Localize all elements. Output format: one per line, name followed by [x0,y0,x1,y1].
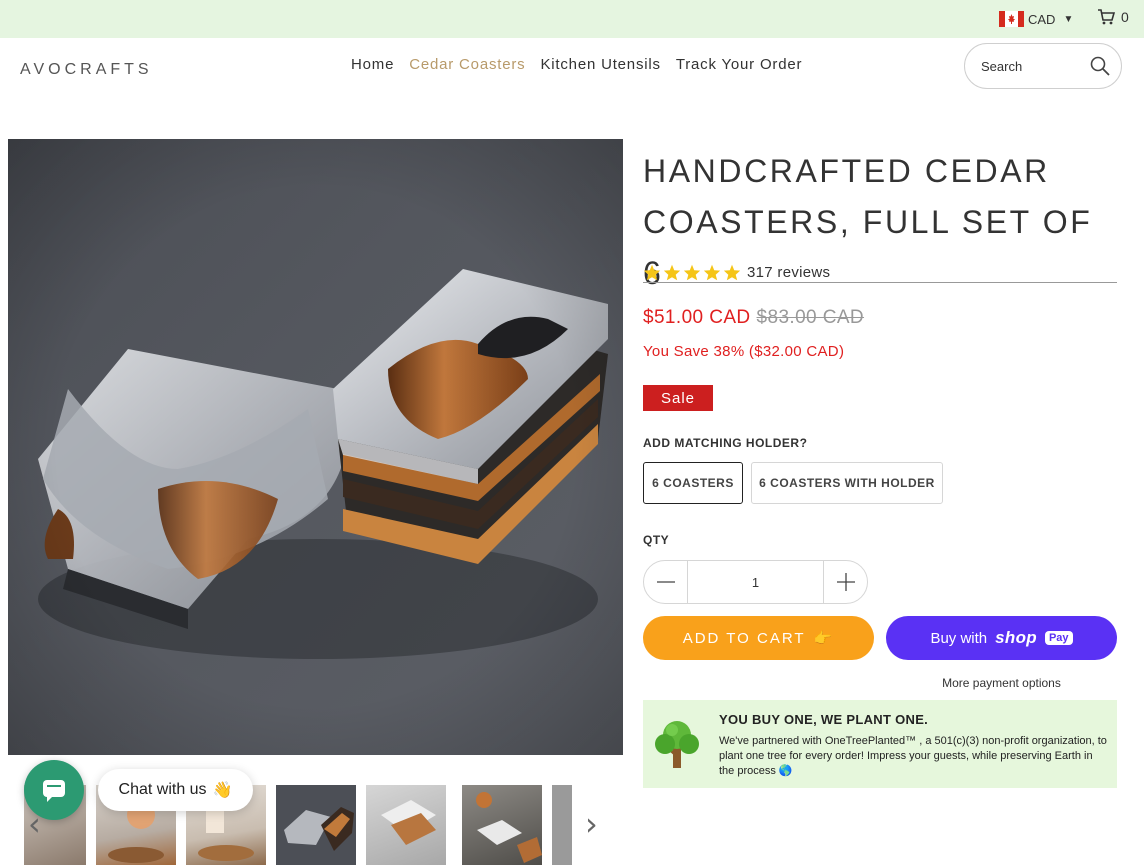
chat-launcher-button[interactable] [24,760,84,820]
cart-count: 0 [1121,9,1129,25]
thumbnail-6[interactable] [462,785,542,865]
rating-stars [643,264,741,281]
add-to-cart-label: ADD TO CART [682,629,806,647]
tree-planting-banner: YOU BUY ONE, WE PLANT ONE. We've partner… [643,700,1117,788]
thumbnail-7[interactable] [552,785,572,865]
thumb-image [381,800,436,845]
star-icon [703,264,721,280]
cart-button[interactable]: 0 [1097,9,1129,25]
qty-label: QTY [643,533,670,547]
shop-pay-button[interactable]: Buy with shop Pay [886,616,1117,660]
chat-prompt[interactable]: Chat with us 👋 [98,769,253,811]
minus-icon [656,581,675,583]
shop-pay-logo-pill: Pay [1044,631,1073,645]
add-to-cart-button[interactable]: ADD TO CART 👉 [643,616,874,660]
announcement-bar: CAD ▼ 0 [0,0,1144,38]
star-icon [643,264,661,280]
pointing-hand-emoji: 👉 [813,630,835,647]
qty-increase-button[interactable] [823,560,868,604]
thumbnail-4-active[interactable] [276,785,356,865]
wave-emoji: 👋 [212,782,233,799]
currency-label: CAD [1028,11,1056,27]
nav-home[interactable]: Home [351,56,394,73]
tree-banner-body: We've partnered with OneTreePlanted™ , a… [719,735,1107,777]
thumb-image [476,792,542,863]
review-count[interactable]: 317 reviews [747,264,830,281]
star-icon [723,264,741,280]
sale-badge: Sale [643,385,713,411]
plus-icon [836,573,855,591]
canada-flag-icon [999,11,1024,27]
star-icon [663,264,681,280]
quantity-stepper [643,560,868,604]
nav-kitchen-utensils[interactable]: Kitchen Utensils [540,56,660,73]
current-price: $51.00 CAD [643,307,751,328]
more-payment-options-link[interactable]: More payment options [886,676,1117,690]
tree-banner-heading: YOU BUY ONE, WE PLANT ONE. [719,712,929,727]
tree-icon [655,721,699,768]
currency-selector[interactable]: CAD ▼ [999,10,1073,28]
compare-at-price: $83.00 CAD [756,307,865,328]
main-nav: Home Cedar Coasters Kitchen Utensils Tra… [351,56,802,73]
chat-label: Chat with us [118,781,207,798]
search-icon[interactable] [1089,55,1111,77]
thumb-image [284,807,354,851]
price-block: $51.00 CAD $83.00 CAD [643,307,864,329]
chat-bubble-icon [43,780,65,802]
star-icon [683,264,701,280]
shop-pay-logo-word: shop [995,628,1037,647]
option-label: ADD MATCHING HOLDER? [643,436,808,450]
nav-cedar-coasters[interactable]: Cedar Coasters [409,56,525,73]
site-logo[interactable]: AVOCRAFTS [20,61,153,79]
product-rating[interactable]: 317 reviews [643,262,1117,283]
qty-input[interactable] [688,560,823,604]
thumbnail-strip [0,785,623,865]
search-box [964,43,1122,89]
coaster-photo [8,139,623,755]
qty-decrease-button[interactable] [643,560,688,604]
search-input[interactable] [981,58,1081,74]
nav-track-order[interactable]: Track Your Order [676,56,802,73]
option-6-coasters-with-holder[interactable]: 6 COASTERS WITH HOLDER [751,462,943,504]
chevron-down-icon: ▼ [1063,13,1074,25]
savings-text: You Save 38% ($32.00 CAD) [643,343,845,360]
thumbnail-next-arrow[interactable]: › [585,805,598,843]
buy-with-label: Buy with [930,629,988,647]
cart-icon [1098,9,1115,25]
thumbnail-5[interactable] [366,785,446,865]
product-main-image[interactable] [8,139,623,755]
option-6-coasters[interactable]: 6 COASTERS [643,462,743,504]
